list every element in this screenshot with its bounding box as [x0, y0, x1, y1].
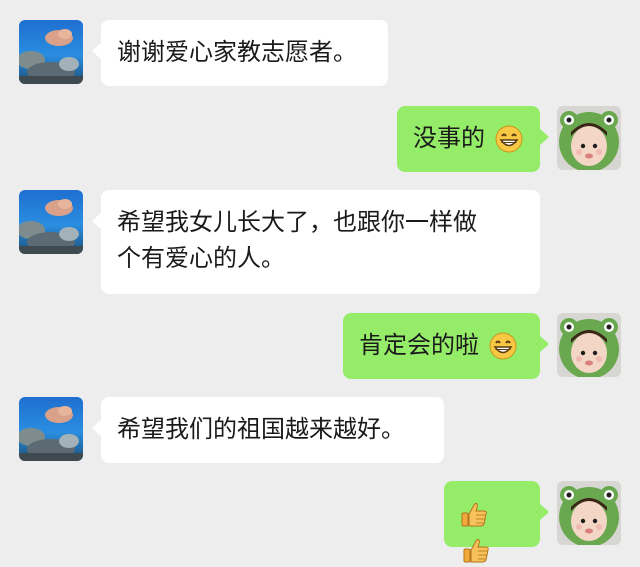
user-avatar[interactable] — [557, 313, 621, 377]
outgoing-message-bubble[interactable] — [444, 481, 549, 563]
grinning-face-icon — [495, 125, 523, 153]
bubble-tail — [539, 128, 549, 146]
thumbs-up-icon — [463, 538, 489, 563]
incoming-message-bubble[interactable]: 希望我们的祖国越来越好。 — [92, 397, 444, 463]
contact-avatar[interactable] — [19, 397, 83, 461]
contact-avatar[interactable] — [19, 20, 83, 84]
message-text: 没事的 — [413, 124, 485, 152]
message-row-3: 希望我女儿长大了，也跟你一样做 个有爱心的人。 — [0, 190, 640, 294]
outgoing-message-bubble[interactable]: 没事的 — [397, 106, 549, 172]
bubble-tail — [92, 419, 102, 437]
message-row-1: 谢谢爱心家教志愿者。 — [0, 20, 640, 86]
incoming-message-bubble[interactable]: 希望我女儿长大了，也跟你一样做 个有爱心的人。 — [92, 190, 540, 294]
bubble-tail — [539, 335, 549, 353]
user-avatar[interactable] — [557, 481, 621, 545]
thumbs-up-icon — [461, 502, 487, 527]
message-text-line-2: 个有爱心的人。 — [117, 244, 285, 272]
bubble-tail — [92, 42, 102, 60]
message-text: 谢谢爱心家教志愿者。 — [117, 38, 357, 66]
message-row-5: 希望我们的祖国越来越好。 — [0, 397, 640, 463]
message-text: 肯定会的啦 — [359, 331, 479, 359]
bubble-tail — [92, 212, 102, 230]
message-text-line-1: 希望我女儿长大了，也跟你一样做 — [117, 208, 477, 236]
contact-avatar[interactable] — [19, 190, 83, 254]
message-text: 希望我们的祖国越来越好。 — [117, 415, 405, 443]
bubble-tail — [539, 503, 549, 521]
grinning-face-icon — [489, 332, 517, 360]
message-row-2: 没事的 — [0, 106, 640, 172]
outgoing-message-bubble[interactable]: 肯定会的啦 — [343, 313, 549, 379]
message-row-4: 肯定会的啦 — [0, 313, 640, 379]
message-row-6 — [0, 481, 640, 563]
user-avatar[interactable] — [557, 106, 621, 170]
incoming-message-bubble[interactable]: 谢谢爱心家教志愿者。 — [92, 20, 388, 86]
